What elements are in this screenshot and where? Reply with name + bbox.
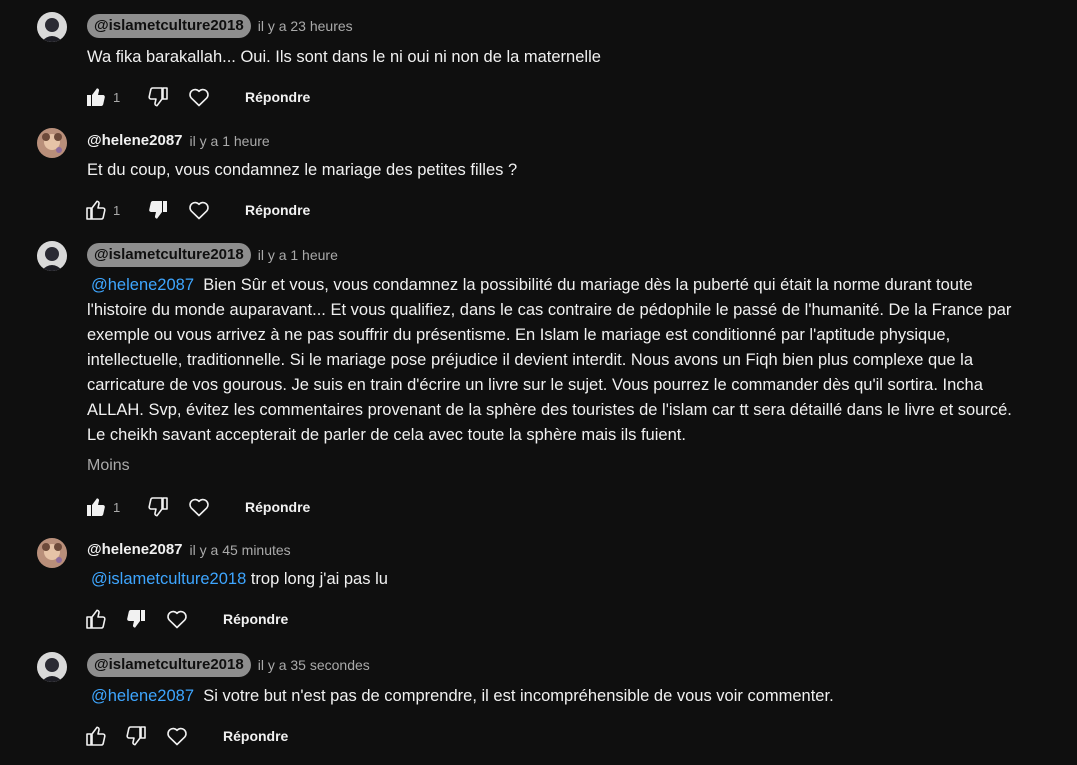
mention-link[interactable]: @islametculture2018	[91, 570, 246, 588]
comment-line: l'histoire du monde auparavant... Et vou…	[87, 301, 1012, 319]
reply-button[interactable]: Répondre	[223, 728, 288, 744]
comment-time[interactable]: il y a 35 secondes	[258, 657, 370, 673]
avatar-islametculture[interactable]	[37, 12, 67, 42]
heart-icon[interactable]	[164, 723, 190, 749]
thumbs-down-icon[interactable]	[145, 494, 171, 520]
comment-meta: @islametculture2018 il y a 1 heure	[87, 243, 338, 267]
show-less-button[interactable]: Moins	[87, 457, 130, 475]
comment-body: trop long j'ai pas lu	[250, 570, 388, 588]
author-handle[interactable]: @islametculture2018	[87, 14, 251, 38]
thumbs-down-icon[interactable]	[145, 197, 171, 223]
like-count: 1	[113, 499, 121, 515]
comment-time[interactable]: il y a 1 heure	[258, 247, 338, 263]
reply-button[interactable]: Répondre	[245, 202, 310, 218]
mention-link[interactable]: @helene2087	[91, 687, 194, 705]
thumbs-down-icon[interactable]	[123, 606, 149, 632]
avatar-islametculture[interactable]	[37, 652, 67, 682]
comment-text: Et du coup, vous condamnez le mariage de…	[87, 161, 518, 179]
comment-actions: 1 Répondre	[83, 82, 310, 112]
comment-text: Wa fika barakallah... Oui. Ils sont dans…	[87, 48, 601, 66]
thumbs-up-icon[interactable]	[83, 606, 109, 632]
avatar-helene[interactable]	[37, 128, 67, 158]
comment-meta: @helene2087 il y a 45 minutes	[87, 538, 291, 562]
comment-line: Le cheikh savant accepterait de parler d…	[87, 426, 686, 444]
comment-text: @helene2087 Si votre but n'est pas de co…	[87, 684, 1067, 709]
heart-icon[interactable]	[186, 494, 212, 520]
comment-line: @helene2087 Bien Sûr et vous, vous conda…	[87, 273, 1067, 298]
comment-time[interactable]: il y a 1 heure	[190, 133, 270, 149]
comment-meta: @helene2087 il y a 1 heure	[87, 129, 270, 153]
comment-actions: Répondre	[83, 721, 288, 751]
mention-link[interactable]: @helene2087	[91, 276, 194, 294]
comment-line-text: Bien Sûr et vous, vous condamnez la poss…	[203, 276, 973, 294]
reply-button[interactable]: Répondre	[245, 89, 310, 105]
author-handle[interactable]: @islametculture2018	[87, 243, 251, 267]
comment-line: exemple ou vous arrivez à ne pas souffri…	[87, 326, 951, 344]
comment-body: Si votre but n'est pas de comprendre, il…	[203, 687, 834, 705]
thumbs-down-icon[interactable]	[123, 723, 149, 749]
comment-text: @helene2087 Bien Sûr et vous, vous conda…	[87, 273, 1067, 448]
comment-meta: @islametculture2018 il y a 35 secondes	[87, 653, 370, 677]
author-handle[interactable]: @helene2087	[87, 540, 183, 560]
reply-button[interactable]: Répondre	[223, 611, 288, 627]
thumbs-up-icon[interactable]	[83, 494, 109, 520]
comment-time[interactable]: il y a 23 heures	[258, 18, 353, 34]
comment-actions: 1 Répondre	[83, 195, 310, 225]
thumbs-down-icon[interactable]	[145, 84, 171, 110]
thumbs-up-icon[interactable]	[83, 84, 109, 110]
author-handle[interactable]: @islametculture2018	[87, 653, 251, 677]
author-handle[interactable]: @helene2087	[87, 131, 183, 151]
comment-time[interactable]: il y a 45 minutes	[190, 542, 291, 558]
thumbs-up-icon[interactable]	[83, 197, 109, 223]
comment-line: intellectuelle, traditionnelle. Si le ma…	[87, 351, 974, 369]
like-count: 1	[113, 89, 121, 105]
heart-icon[interactable]	[186, 84, 212, 110]
comment-actions: Répondre	[83, 604, 288, 634]
avatar-islametculture[interactable]	[37, 241, 67, 271]
reply-button[interactable]: Répondre	[245, 499, 310, 515]
comment-line: ALLAH. Svp, évitez les commentaires prov…	[87, 401, 1012, 419]
comment-line: carricature de vos gourous. Je suis en t…	[87, 376, 983, 394]
comment-text: @islametculture2018 trop long j'ai pas l…	[87, 567, 1067, 592]
comment-actions: 1 Répondre	[83, 492, 310, 522]
thumbs-up-icon[interactable]	[83, 723, 109, 749]
heart-icon[interactable]	[164, 606, 190, 632]
heart-icon[interactable]	[186, 197, 212, 223]
comment-meta: @islametculture2018 il y a 23 heures	[87, 14, 353, 38]
like-count: 1	[113, 202, 121, 218]
avatar-helene[interactable]	[37, 538, 67, 568]
